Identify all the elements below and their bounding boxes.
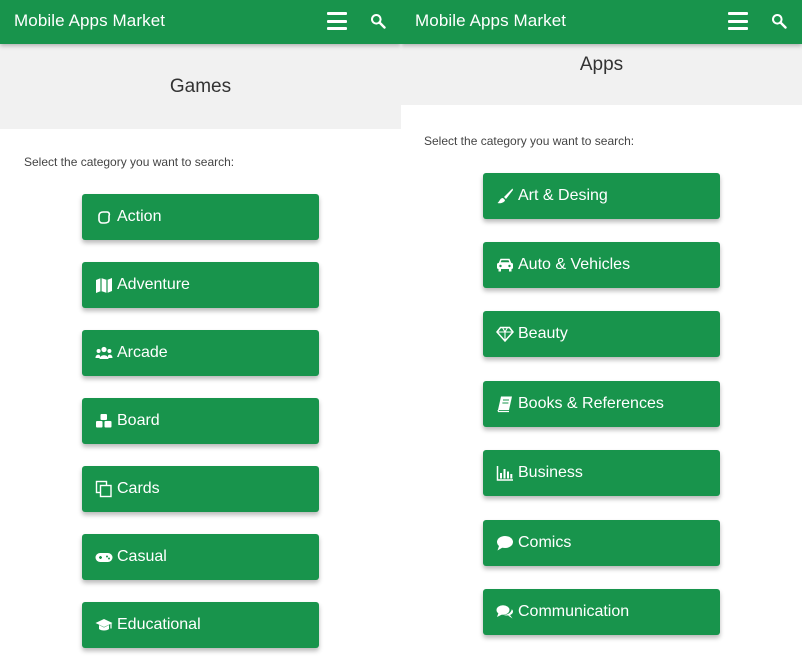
- comments-icon: [496, 605, 513, 619]
- car-icon: [497, 258, 513, 272]
- category-label: Art & Desing: [518, 187, 608, 204]
- category-button-business[interactable]: Business: [483, 450, 720, 496]
- category-prompt: Select the category you want to search:: [24, 155, 235, 169]
- category-button-auto-vehicles[interactable]: Auto & Vehicles: [483, 242, 720, 288]
- category-button-communication[interactable]: Communication: [483, 589, 720, 635]
- heading-band: Apps: [401, 44, 802, 105]
- apps-screen: Mobile Apps Market Apps Select the categ…: [401, 0, 802, 656]
- category-button-action[interactable]: Action: [82, 194, 319, 240]
- search-icon[interactable]: [370, 13, 386, 29]
- cubes-icon: [96, 414, 112, 428]
- category-prompt: Select the category you want to search:: [424, 134, 635, 148]
- graduation-cap-icon: [95, 619, 113, 631]
- users-icon: [95, 346, 113, 359]
- category-label: Beauty: [518, 325, 568, 342]
- category-button-beauty[interactable]: Beauty: [483, 311, 720, 357]
- category-label: Board: [117, 412, 160, 429]
- category-button-arcade[interactable]: Arcade: [82, 330, 319, 376]
- category-button-art-design[interactable]: Art & Desing: [483, 173, 720, 219]
- category-label: Adventure: [117, 276, 190, 293]
- category-label: Casual: [117, 548, 167, 565]
- menu-icon[interactable]: [327, 12, 347, 30]
- category-button-comics[interactable]: Comics: [483, 520, 720, 566]
- book-icon: [497, 396, 512, 413]
- category-button-board[interactable]: Board: [82, 398, 319, 444]
- category-label: Arcade: [117, 344, 168, 361]
- category-label: Auto & Vehicles: [518, 256, 631, 273]
- app-bar: Mobile Apps Market: [0, 0, 401, 44]
- category-label: Communication: [518, 603, 630, 620]
- heading-band: Games: [0, 44, 401, 129]
- app-title: Mobile Apps Market: [415, 11, 567, 30]
- category-label: Comics: [518, 534, 572, 551]
- bar-chart-icon: [496, 466, 513, 481]
- category-button-adventure[interactable]: Adventure: [82, 262, 319, 308]
- category-label: Action: [117, 208, 162, 225]
- copy-icon: [95, 480, 112, 498]
- paint-brush-icon: [497, 188, 513, 204]
- page-title: Games: [169, 76, 232, 97]
- category-button-cards[interactable]: Cards: [82, 466, 319, 512]
- comment-icon: [497, 536, 513, 551]
- diamond-icon: [496, 326, 514, 343]
- category-button-educational[interactable]: Educational: [82, 602, 319, 648]
- search-icon[interactable]: [771, 13, 787, 29]
- games-screen: Mobile Apps Market Games Select the cate…: [0, 0, 401, 656]
- category-label: Books & References: [518, 395, 664, 412]
- category-button-books-references[interactable]: Books & References: [483, 381, 720, 427]
- app-bar: Mobile Apps Market: [401, 0, 802, 44]
- category-label: Educational: [117, 616, 201, 633]
- page-title: Apps: [579, 54, 624, 75]
- gamepad-icon: [95, 553, 113, 562]
- map-icon: [96, 278, 112, 293]
- category-button-casual[interactable]: Casual: [82, 534, 319, 580]
- hand-icon: [98, 211, 111, 224]
- category-label: Business: [518, 464, 583, 481]
- app-title: Mobile Apps Market: [14, 11, 166, 30]
- category-label: Cards: [117, 480, 160, 497]
- menu-icon[interactable]: [728, 12, 748, 30]
